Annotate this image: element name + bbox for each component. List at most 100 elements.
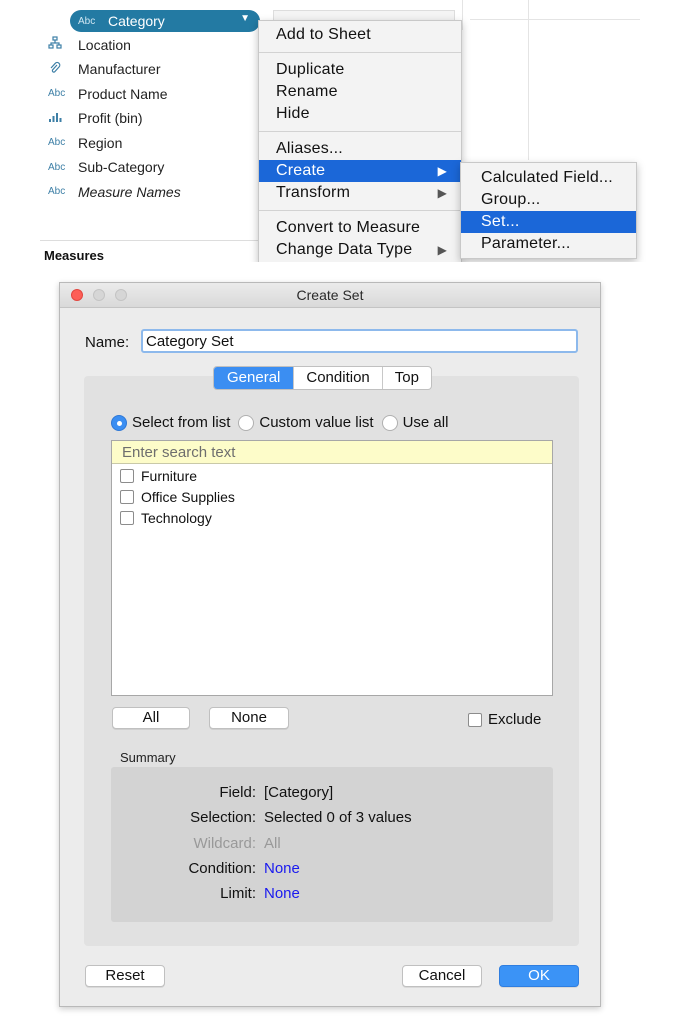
exclude-checkbox[interactable] <box>468 712 482 727</box>
field-label: Profit (bin) <box>78 110 143 127</box>
field-label: Measure Names <box>78 183 181 200</box>
canvas-gridline <box>470 19 640 20</box>
item-checkbox[interactable] <box>120 468 134 483</box>
field-item-category[interactable]: Abc Category ▼ <box>40 8 266 33</box>
create-set-dialog: Create Set Name: General Condition Top S… <box>59 282 601 1007</box>
menu-separator <box>259 131 461 132</box>
summary-key: Limit: <box>220 885 256 902</box>
menu-item-calculated-field[interactable]: Calculated Field... <box>461 167 636 189</box>
measures-header: Measures <box>44 248 104 262</box>
bin-histogram-icon <box>40 111 78 126</box>
field-context-menu: Add to Sheet Duplicate Rename Hide Alias… <box>258 20 462 262</box>
menu-item-parameter[interactable]: Parameter... <box>461 233 636 255</box>
dimensions-list: Abc Category ▼ Location Manufacturer Abc… <box>40 8 266 204</box>
dialog-titlebar: Create Set <box>60 283 600 308</box>
menu-item-group[interactable]: Group... <box>461 189 636 211</box>
menu-item-label: Transform <box>276 184 351 201</box>
exclude-label: Exclude <box>488 711 542 728</box>
selection-mode-group: Select from list Custom value list Use a… <box>111 414 456 431</box>
menu-item-label: Change Data Type <box>276 241 413 258</box>
list-item-label: Office Supplies <box>141 488 235 505</box>
menu-item-set[interactable]: Set... <box>461 211 636 233</box>
tab-top[interactable]: Top <box>381 367 431 389</box>
divider <box>40 240 266 241</box>
summary-selection-row: Selection: Selected 0 of 3 values <box>111 809 553 831</box>
select-all-button[interactable]: All <box>112 707 190 729</box>
abc-type-icon: Abc <box>78 15 96 27</box>
summary-wildcard-row: Wildcard: All <box>111 835 553 857</box>
radio-label[interactable]: Custom value list <box>259 414 373 431</box>
field-item-region[interactable]: Abc Region <box>40 131 266 156</box>
menu-item-create[interactable]: Create ▶ <box>259 160 461 182</box>
radio-custom-value-list[interactable] <box>238 414 255 431</box>
list-item[interactable]: Technology <box>112 507 552 528</box>
menu-item-rename[interactable]: Rename <box>259 81 461 103</box>
field-label: Location <box>78 36 131 53</box>
field-item-location[interactable]: Location <box>40 33 266 58</box>
field-item-manufacturer[interactable]: Manufacturer <box>40 57 266 82</box>
summary-condition-row: Condition: None <box>111 860 553 882</box>
canvas-gridline <box>528 0 529 160</box>
menu-item-transform[interactable]: Transform ▶ <box>259 182 461 204</box>
submenu-arrow-icon: ▶ <box>437 186 447 200</box>
set-name-input[interactable] <box>141 329 578 353</box>
tab-bar: General Condition Top <box>213 366 432 390</box>
menu-item-hide[interactable]: Hide <box>259 103 461 125</box>
menu-item-label: Create <box>276 162 326 179</box>
field-label: Manufacturer <box>78 61 161 78</box>
limit-link[interactable]: None <box>264 885 300 902</box>
menu-item-duplicate[interactable]: Duplicate <box>259 59 461 81</box>
canvas-gridline <box>462 0 463 30</box>
abc-type-icon: Abc <box>48 186 66 198</box>
field-item-product-name[interactable]: Abc Product Name <box>40 82 266 107</box>
field-label: Sub-Category <box>78 159 165 176</box>
menu-item-add-to-sheet[interactable]: Add to Sheet <box>259 24 461 46</box>
values-list: Furniture Office Supplies Technology <box>111 440 553 696</box>
selected-field-pill[interactable]: Abc Category ▼ <box>70 10 260 32</box>
select-none-button[interactable]: None <box>209 707 289 729</box>
summary-box: Field: [Category] Selection: Selected 0 … <box>111 767 553 922</box>
dialog-title: Create Set <box>296 287 364 303</box>
abc-type-icon: Abc <box>48 161 66 173</box>
submenu-arrow-icon: ▶ <box>437 243 447 257</box>
menu-separator <box>259 52 461 53</box>
reset-button[interactable]: Reset <box>85 965 165 987</box>
radio-label[interactable]: Use all <box>403 414 449 431</box>
summary-label: Summary <box>120 750 176 765</box>
ok-button[interactable]: OK <box>499 965 579 987</box>
condition-link[interactable]: None <box>264 860 300 877</box>
exclude-option[interactable]: Exclude <box>468 711 541 728</box>
summary-key: Condition: <box>188 860 256 877</box>
list-item[interactable]: Office Supplies <box>112 486 552 507</box>
summary-key: Wildcard: <box>193 835 256 852</box>
radio-label[interactable]: Select from list <box>132 414 230 431</box>
field-label: Region <box>78 134 123 151</box>
summary-value: [Category] <box>264 784 334 801</box>
search-input[interactable] <box>112 441 552 464</box>
menu-item-convert-to-measure[interactable]: Convert to Measure <box>259 217 461 239</box>
field-item-sub-category[interactable]: Abc Sub-Category <box>40 155 266 180</box>
field-label: Category <box>108 13 165 29</box>
hierarchy-icon <box>40 36 78 53</box>
create-submenu: Calculated Field... Group... Set... Para… <box>460 162 637 259</box>
field-item-measure-names[interactable]: Abc Measure Names <box>40 180 266 205</box>
abc-type-icon: Abc <box>48 137 66 149</box>
summary-key: Selection: <box>190 809 256 826</box>
radio-use-all[interactable] <box>381 414 398 431</box>
cancel-button[interactable]: Cancel <box>402 965 482 987</box>
item-checkbox[interactable] <box>120 510 134 525</box>
menu-item-change-data-type[interactable]: Change Data Type ▶ <box>259 239 461 261</box>
list-item[interactable]: Furniture <box>112 465 552 486</box>
abc-type-icon: Abc <box>48 88 66 100</box>
name-label: Name: <box>85 334 130 351</box>
summary-value: Selected 0 of 3 values <box>264 809 412 826</box>
chevron-down-icon[interactable]: ▼ <box>240 13 250 24</box>
field-item-profit-bin[interactable]: Profit (bin) <box>40 106 266 131</box>
submenu-arrow-icon: ▶ <box>437 164 447 178</box>
radio-select-from-list[interactable] <box>111 414 127 431</box>
tab-condition[interactable]: Condition <box>293 367 381 389</box>
list-item-label: Furniture <box>141 467 198 484</box>
menu-item-aliases[interactable]: Aliases... <box>259 138 461 160</box>
tab-general[interactable]: General <box>214 367 294 389</box>
item-checkbox[interactable] <box>120 489 134 504</box>
